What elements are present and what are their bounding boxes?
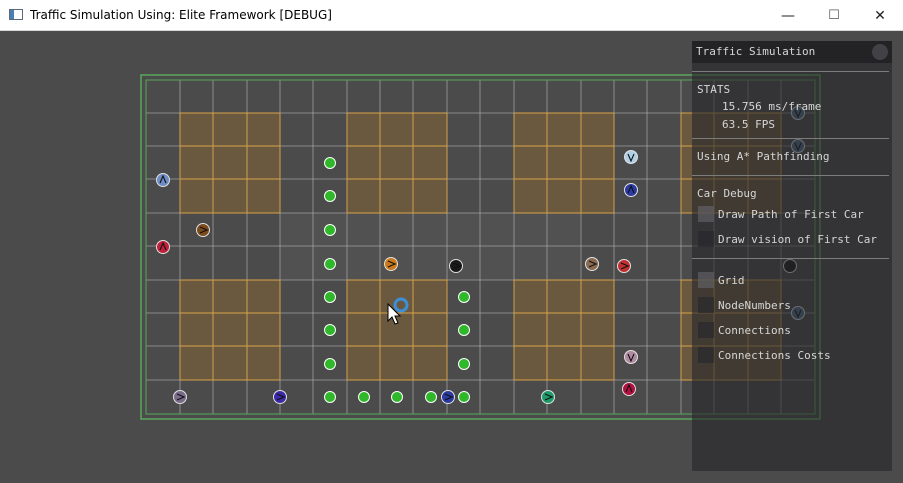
car-icon (622, 382, 636, 396)
path-node (458, 291, 470, 303)
car-icon (156, 173, 170, 187)
ms-per-frame: 15.756 ms/frame (722, 100, 822, 113)
debug-panel[interactable]: Traffic Simulation STATS 15.756 ms/frame… (692, 41, 892, 471)
car-debug-header: Car Debug (697, 187, 757, 200)
car-icon (441, 390, 455, 404)
checkbox-grid[interactable] (698, 272, 714, 288)
checkbox-draw-path[interactable] (698, 206, 714, 222)
car-icon (173, 390, 187, 404)
path-node (324, 224, 336, 236)
path-node (358, 391, 370, 403)
path-node (391, 391, 403, 403)
separator (692, 175, 889, 176)
car-icon (541, 390, 555, 404)
option-label-draw-path: Draw Path of First Car (718, 208, 864, 221)
city-block (180, 113, 280, 213)
city-blocks (180, 113, 781, 380)
path-node (425, 391, 437, 403)
path-node (324, 324, 336, 336)
panel-title-bar[interactable]: Traffic Simulation (692, 41, 892, 63)
city-block (514, 113, 614, 213)
path-node (458, 391, 470, 403)
road-band (280, 213, 580, 280)
path-node (324, 190, 336, 202)
option-label-node-numbers: NodeNumbers (718, 299, 791, 312)
option-label-grid: Grid (718, 274, 745, 287)
path-node (324, 358, 336, 370)
path-node (458, 358, 470, 370)
separator (692, 258, 889, 259)
path-node (458, 324, 470, 336)
car-icon (384, 257, 398, 271)
city-block (347, 113, 447, 213)
option-label-connection-costs: Connections Costs (718, 349, 831, 362)
path-node (324, 291, 336, 303)
car-icon (585, 257, 599, 271)
car-icon (449, 259, 463, 273)
city-block (514, 280, 614, 380)
city-block (347, 280, 447, 380)
car-icon (624, 183, 638, 197)
stats-header: STATS (697, 83, 731, 96)
separator (692, 138, 889, 139)
path-node (324, 258, 336, 270)
car-icon (273, 390, 287, 404)
path-node (324, 391, 336, 403)
panel-title: Traffic Simulation (696, 45, 816, 58)
option-label-connections: Connections (718, 324, 791, 337)
checkbox-connections[interactable] (698, 322, 714, 338)
path-node (324, 157, 336, 169)
checkbox-node-numbers[interactable] (698, 297, 714, 313)
city-block (180, 280, 280, 380)
panel-collapse-button[interactable] (872, 44, 888, 60)
separator (692, 71, 889, 72)
car-icon (624, 150, 638, 164)
car-icon (196, 223, 210, 237)
checkbox-draw-vision[interactable] (698, 231, 714, 247)
checkbox-connection-costs[interactable] (698, 347, 714, 363)
fps-readout: 63.5 FPS (722, 118, 775, 131)
car-icon (617, 259, 631, 273)
car-icon (624, 350, 638, 364)
car-icon (156, 240, 170, 254)
pathfinding-label: Using A* Pathfinding (697, 150, 830, 163)
option-label-draw-vision: Draw vision of First Car (718, 233, 877, 246)
